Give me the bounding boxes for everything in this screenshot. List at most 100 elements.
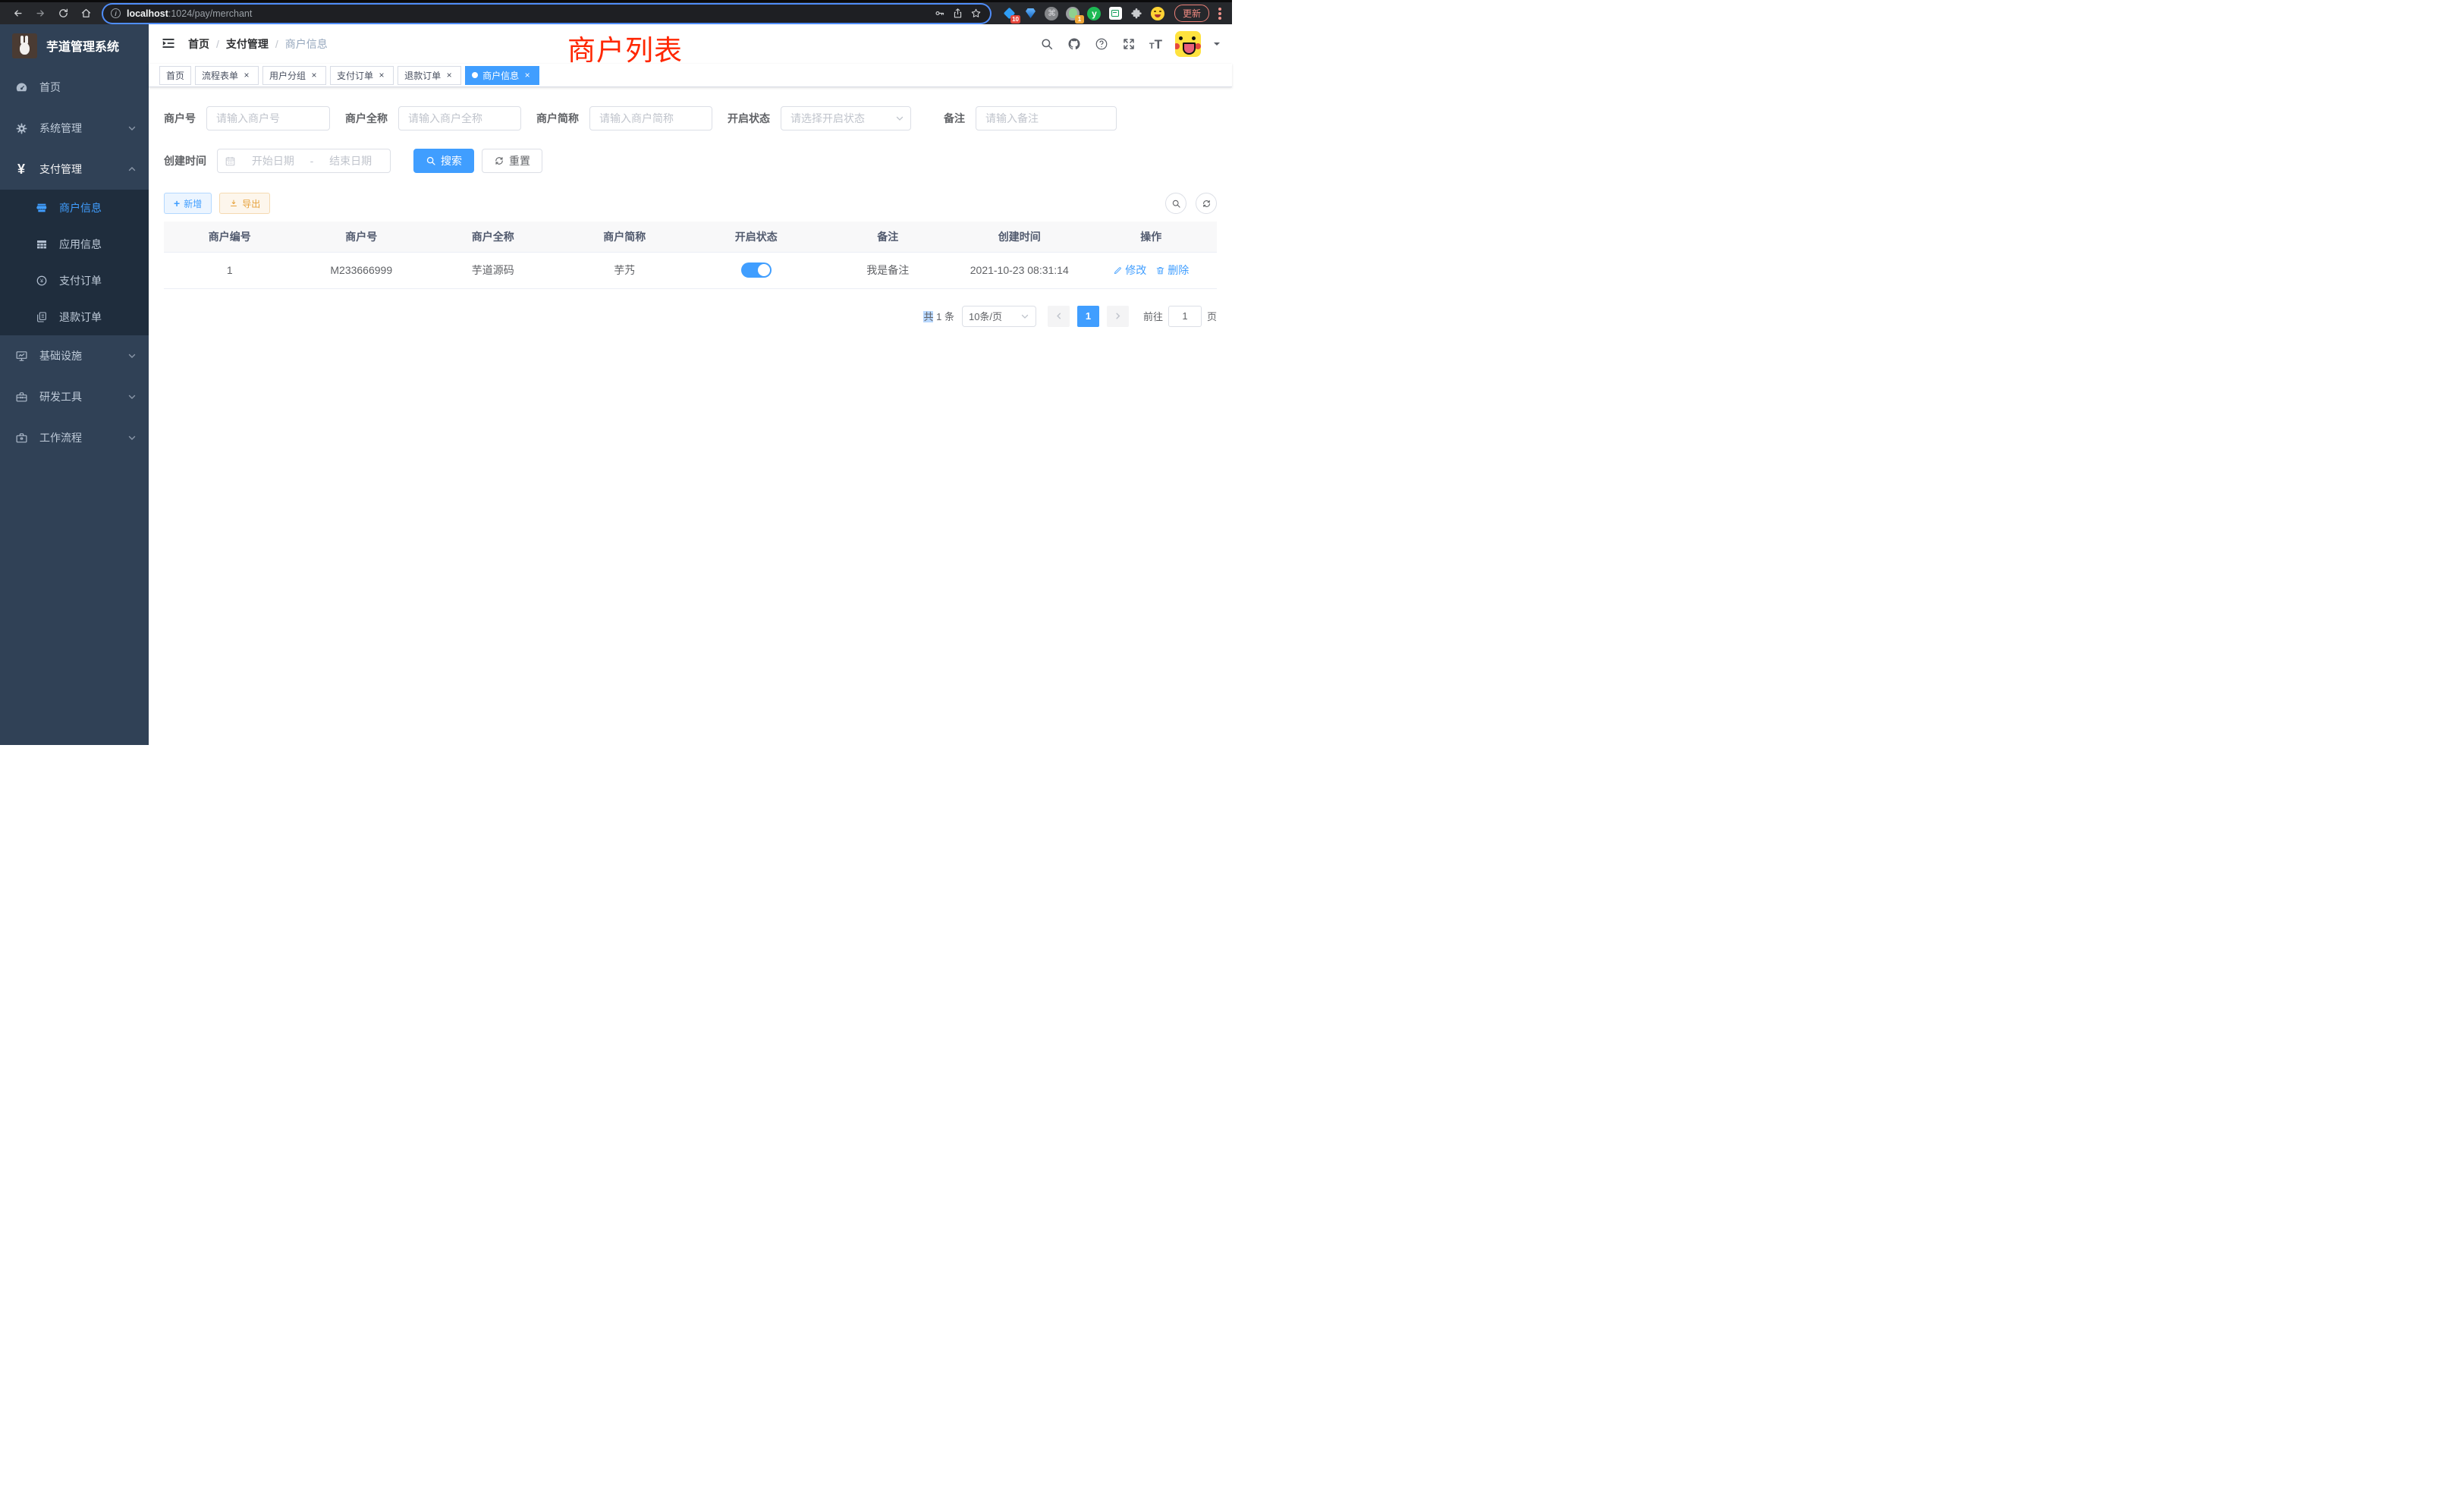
- extension-gem-button[interactable]: [1023, 6, 1038, 20]
- goto-label: 前往: [1143, 309, 1163, 323]
- bookmark-star-button[interactable]: [970, 8, 982, 20]
- tab-process-form[interactable]: 流程表单×: [195, 66, 259, 85]
- date-range-picker[interactable]: 开始日期 - 结束日期: [217, 149, 391, 173]
- font-size-small: T: [1149, 42, 1155, 51]
- browser-back-button[interactable]: [8, 4, 27, 24]
- sidebar-item-label: 支付管理: [39, 162, 127, 177]
- share-button[interactable]: [952, 8, 964, 20]
- full-name-input[interactable]: [398, 106, 521, 130]
- table-toolbar: + 新增 导出: [164, 193, 1217, 214]
- browser-home-button[interactable]: [76, 4, 96, 24]
- edit-link[interactable]: 修改: [1113, 262, 1146, 278]
- tab-home[interactable]: 首页: [159, 66, 191, 85]
- sidebar-item-payment[interactable]: ¥ 支付管理: [0, 149, 149, 190]
- col-status: 开启状态: [690, 222, 822, 252]
- status-toggle[interactable]: [741, 262, 772, 278]
- short-name-input[interactable]: [589, 106, 712, 130]
- field-label: 商户全称: [345, 111, 388, 126]
- search-button-label: 搜索: [441, 153, 462, 168]
- help-button[interactable]: [1095, 37, 1109, 52]
- fullscreen-button[interactable]: [1122, 37, 1136, 52]
- browser-forward-button[interactable]: [30, 4, 50, 24]
- field-label: 创建时间: [164, 153, 206, 168]
- chrome-menu-icon[interactable]: [1218, 12, 1221, 15]
- field-short-name: 商户简称: [536, 106, 712, 130]
- sidebar-logo[interactable]: 芋道管理系统: [0, 24, 149, 67]
- add-button[interactable]: + 新增: [164, 193, 212, 214]
- extensions-menu-button[interactable]: [1130, 6, 1144, 20]
- github-button[interactable]: [1067, 37, 1082, 52]
- sidebar-item-label: 商户信息: [59, 200, 102, 215]
- address-bar[interactable]: i localhost:1024/pay/merchant: [103, 5, 990, 23]
- sidebar-item-label: 退款订单: [59, 310, 102, 325]
- page-number-1[interactable]: 1: [1077, 306, 1099, 327]
- pagination-total: 共 1 条: [923, 309, 954, 323]
- chrome-update-button[interactable]: 更新: [1174, 5, 1209, 22]
- status-select[interactable]: [781, 106, 911, 130]
- reset-button[interactable]: 重置: [482, 149, 542, 173]
- sidebar-item-app-info[interactable]: 应用信息: [0, 226, 149, 262]
- delete-label: 删除: [1168, 262, 1189, 278]
- grid-icon: [35, 237, 49, 251]
- url-text[interactable]: localhost:1024/pay/merchant: [127, 8, 928, 19]
- merchant-no-input[interactable]: [206, 106, 330, 130]
- user-avatar[interactable]: [1175, 31, 1201, 57]
- extension-tabs-button[interactable]: 10: [1002, 6, 1017, 20]
- sidebar-toggle-button[interactable]: [161, 36, 178, 52]
- page-info-icon[interactable]: i: [111, 8, 121, 18]
- sidebar-item-devtools[interactable]: 研发工具: [0, 376, 149, 417]
- edit-icon: [1113, 266, 1123, 275]
- col-actions: 操作: [1086, 222, 1218, 252]
- tab-user-group[interactable]: 用户分组×: [262, 66, 326, 85]
- delete-link[interactable]: 删除: [1155, 262, 1189, 278]
- extension-command-button[interactable]: ⌘: [1045, 6, 1059, 20]
- search-button[interactable]: 搜索: [413, 149, 474, 173]
- profile-avatar-button[interactable]: [1151, 6, 1165, 20]
- next-page-button[interactable]: [1107, 306, 1129, 327]
- close-icon[interactable]: ×: [241, 70, 252, 80]
- page-size-value[interactable]: [962, 306, 1036, 327]
- extension-badge-one: 1: [1075, 15, 1084, 24]
- extension-y-button[interactable]: y: [1087, 6, 1102, 20]
- breadcrumb-payment[interactable]: 支付管理: [226, 36, 269, 52]
- chevron-down-icon: [127, 392, 137, 401]
- sidebar-item-system[interactable]: 系统管理: [0, 108, 149, 149]
- font-size-button[interactable]: TT: [1149, 38, 1162, 51]
- sidebar-item-merchant-info[interactable]: 商户信息: [0, 190, 149, 226]
- sidebar: 芋道管理系统 首页 系统管理 ¥ 支付管理: [0, 24, 149, 745]
- extension-blob-button[interactable]: 1: [1066, 6, 1080, 20]
- close-icon[interactable]: ×: [444, 70, 454, 80]
- sidebar-item-infra[interactable]: 基础设施: [0, 335, 149, 376]
- remark-input[interactable]: [976, 106, 1117, 130]
- y-letter-icon: y: [1087, 7, 1101, 20]
- refresh-table-button[interactable]: [1196, 193, 1217, 214]
- breadcrumb-separator: /: [216, 38, 219, 50]
- sidebar-item-pay-order[interactable]: ¥ 支付订单: [0, 262, 149, 299]
- toggle-search-button[interactable]: [1165, 193, 1186, 214]
- close-icon[interactable]: ×: [522, 70, 533, 80]
- goto-page-input[interactable]: [1168, 306, 1202, 327]
- close-icon[interactable]: ×: [376, 70, 387, 80]
- status-select-input[interactable]: [781, 106, 911, 130]
- password-key-button[interactable]: [934, 8, 946, 20]
- sidebar-item-workflow[interactable]: 工作流程: [0, 417, 149, 458]
- breadcrumb-home[interactable]: 首页: [188, 36, 209, 52]
- reset-button-label: 重置: [509, 153, 530, 168]
- monitor-icon: [14, 348, 29, 363]
- browser-reload-button[interactable]: [53, 4, 73, 24]
- tab-pay-order[interactable]: 支付订单×: [330, 66, 394, 85]
- avatar-caret-icon[interactable]: [1214, 42, 1220, 49]
- tab-merchant-info[interactable]: 商户信息×: [465, 66, 539, 85]
- header-search-button[interactable]: [1040, 37, 1054, 52]
- col-merchant-no: 商户号: [296, 222, 428, 252]
- url-path: :1024/pay/merchant: [168, 8, 253, 19]
- close-icon[interactable]: ×: [309, 70, 319, 80]
- page-size-select[interactable]: [962, 306, 1036, 327]
- export-button[interactable]: 导出: [219, 193, 270, 214]
- tab-refund-order[interactable]: 退款订单×: [398, 66, 461, 85]
- extension-chat-button[interactable]: [1108, 6, 1123, 20]
- field-create-time: 创建时间 开始日期 - 结束日期: [164, 149, 391, 173]
- prev-page-button[interactable]: [1048, 306, 1070, 327]
- sidebar-item-refund-order[interactable]: 退款订单: [0, 299, 149, 335]
- sidebar-item-home[interactable]: 首页: [0, 67, 149, 108]
